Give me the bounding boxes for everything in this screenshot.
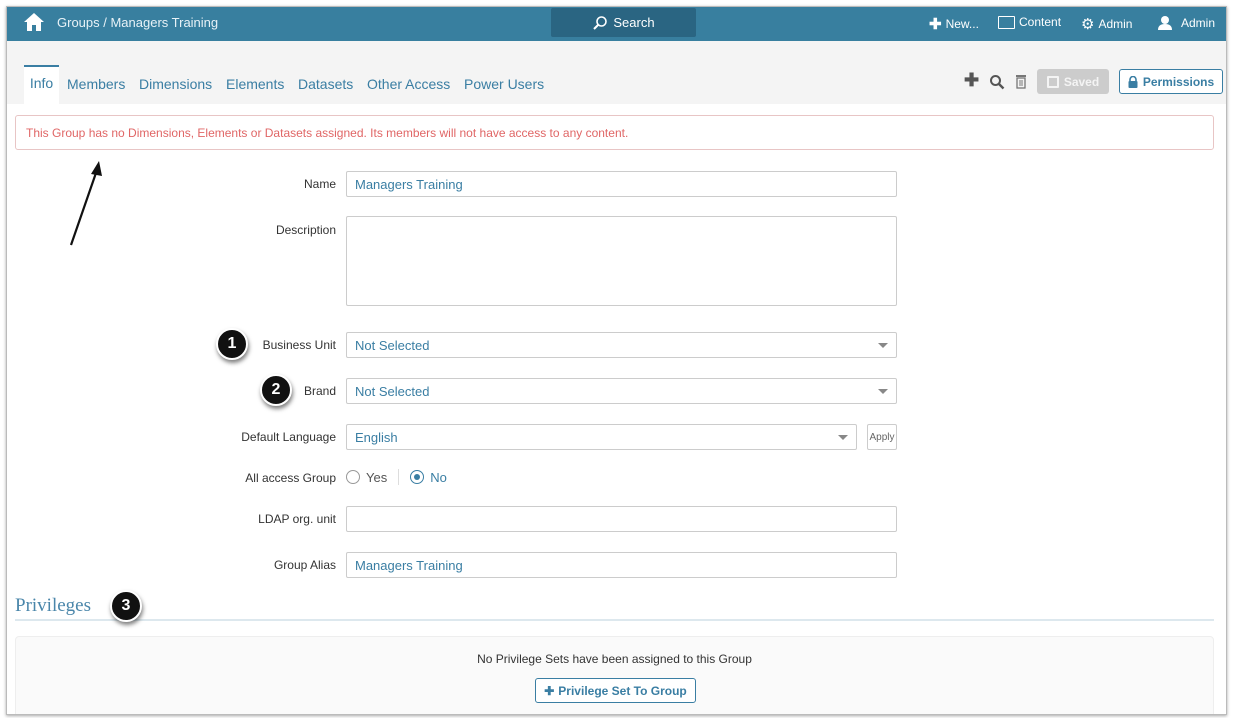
saved-label: Saved — [1063, 74, 1100, 89]
chevron-down-icon — [878, 389, 888, 394]
add-icon[interactable]: ✚ — [964, 70, 979, 91]
radio-no[interactable] — [410, 470, 425, 484]
chevron-down-icon — [838, 435, 848, 440]
plus-icon: ✚ — [544, 683, 555, 698]
brand-select[interactable]: Not Selected — [346, 378, 897, 404]
folder-icon — [998, 15, 1015, 29]
business-unit-select[interactable]: Not Selected — [346, 332, 897, 358]
divider — [398, 469, 400, 485]
apply-language-button[interactable]: Apply — [867, 424, 897, 450]
search-button[interactable]: Search — [551, 8, 696, 37]
plus-icon: ✚ — [929, 16, 942, 33]
permissions-button[interactable]: Permissions — [1119, 69, 1223, 94]
default-language-value: English — [355, 430, 398, 445]
privileges-heading: Privileges — [15, 595, 91, 616]
new-button[interactable]: ✚ New... — [929, 15, 979, 33]
privileges-panel — [15, 636, 1214, 714]
add-privilege-set-button[interactable]: ✚ Privilege Set To Group — [535, 678, 696, 703]
group-alias-label: Group Alias — [273, 558, 336, 572]
tab-elements[interactable]: Elements — [226, 76, 284, 92]
default-language-select[interactable]: English — [346, 424, 857, 450]
tab-info[interactable]: Info — [24, 65, 59, 105]
radio-no-label[interactable]: No — [430, 470, 447, 485]
tab-other-access[interactable]: Other Access — [367, 76, 450, 92]
tab-power-users[interactable]: Power Users — [464, 76, 544, 92]
description-textarea[interactable] — [346, 216, 897, 306]
user-icon — [1158, 16, 1172, 30]
tab-dimensions[interactable]: Dimensions — [139, 76, 212, 92]
search-icon[interactable] — [989, 74, 1005, 90]
annotation-badge: 1 — [216, 328, 248, 360]
content-button[interactable]: Content — [998, 15, 1061, 29]
content-label: Content — [1019, 15, 1062, 29]
annotation-badge: 2 — [260, 374, 292, 406]
trash-icon[interactable] — [1015, 74, 1027, 89]
gear-icon: ⚙ — [1081, 16, 1095, 33]
tab-members[interactable]: Members — [67, 76, 125, 92]
radio-yes-label[interactable]: Yes — [366, 470, 387, 485]
arrow-annotation — [69, 161, 102, 246]
all-access-radio-group: Yes No — [346, 469, 447, 485]
search-label: Search — [613, 15, 655, 30]
description-label: Description — [275, 223, 336, 237]
divider — [15, 619, 1214, 621]
admin-label: Admin — [1098, 17, 1133, 31]
default-language-label: Default Language — [241, 430, 336, 444]
user-menu[interactable]: Admin — [1157, 15, 1215, 30]
home-icon[interactable] — [23, 12, 45, 32]
add-privilege-label: Privilege Set To Group — [558, 683, 687, 698]
permissions-label: Permissions — [1142, 74, 1215, 89]
save-icon — [1046, 75, 1059, 88]
ldap-input[interactable] — [346, 506, 897, 532]
admin-settings-button[interactable]: ⚙ Admin — [1081, 15, 1132, 33]
privileges-empty-text: No Privilege Sets have been assigned to … — [477, 652, 752, 666]
all-access-label: All access Group — [245, 471, 336, 485]
ldap-label: LDAP org. unit — [258, 512, 336, 526]
brand-label: Brand — [303, 384, 336, 398]
name-label: Name — [303, 177, 336, 191]
business-unit-value: Not Selected — [355, 338, 430, 353]
name-input[interactable]: Managers Training — [346, 171, 897, 197]
group-alias-input[interactable]: Managers Training — [346, 552, 897, 578]
user-label: Admin — [1181, 15, 1216, 30]
search-icon — [593, 15, 608, 30]
chevron-down-icon — [878, 343, 888, 348]
lock-icon — [1128, 75, 1138, 88]
new-label: New... — [945, 17, 979, 31]
breadcrumb[interactable]: Groups / Managers Training — [57, 15, 218, 30]
brand-value: Not Selected — [355, 384, 430, 399]
annotation-badge: 3 — [110, 590, 142, 622]
saved-button[interactable]: Saved — [1037, 69, 1109, 94]
tab-datasets[interactable]: Datasets — [298, 76, 353, 92]
radio-yes[interactable] — [346, 470, 360, 484]
app-window: Groups / Managers Training Search ✚ New..… — [6, 6, 1227, 715]
top-navbar: Groups / Managers Training Search ✚ New..… — [7, 7, 1226, 41]
warning-alert: This Group has no Dimensions, Elements o… — [15, 115, 1214, 150]
